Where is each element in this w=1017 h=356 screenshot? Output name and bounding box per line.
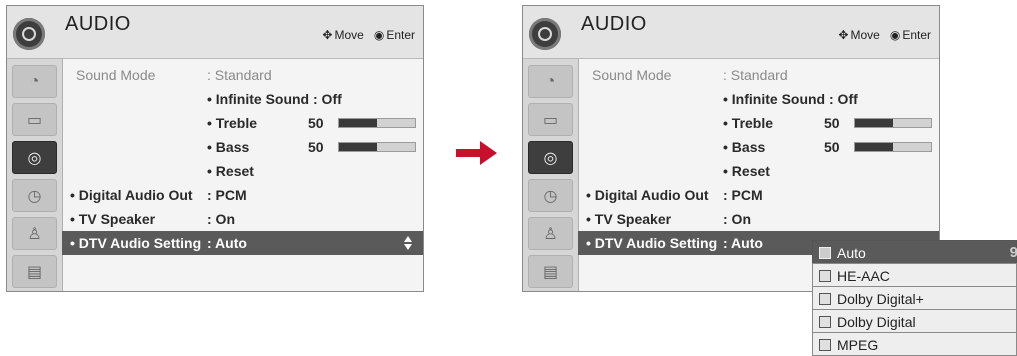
dtv-audio-dropdown: Auto HE-AAC Dolby Digital+ Dolby Digital… bbox=[812, 240, 1017, 356]
row-label: • Digital Audio Out bbox=[70, 187, 193, 203]
nav-hint: ✥ Move ◉ Enter bbox=[838, 28, 931, 42]
row-value: : On bbox=[723, 211, 751, 227]
sidebar-option-icon[interactable]: ▤ bbox=[528, 255, 573, 288]
menu-title: AUDIO bbox=[581, 13, 647, 35]
treble-value: 50 bbox=[824, 115, 840, 131]
row-label: • Reset bbox=[723, 163, 770, 179]
row-label: • Treble bbox=[207, 115, 258, 131]
option-label: Auto bbox=[837, 245, 866, 261]
bass-row[interactable]: • Bass 50 bbox=[62, 135, 423, 159]
tv-speaker-row[interactable]: • TV Speaker : On bbox=[578, 207, 939, 231]
sidebar-screen-icon[interactable]: ▭ bbox=[528, 103, 573, 136]
row-value: : On bbox=[207, 211, 235, 227]
sidebar-clock-icon[interactable]: ◷ bbox=[12, 179, 57, 212]
treble-slider[interactable] bbox=[854, 118, 932, 128]
checkbox-icon bbox=[819, 270, 831, 282]
option-label: HE-AAC bbox=[837, 268, 890, 284]
audio-icon bbox=[529, 18, 561, 50]
move-cross-icon: ✥ bbox=[838, 28, 849, 42]
dropdown-option-auto[interactable]: Auto bbox=[812, 240, 1017, 264]
row-label: • Treble bbox=[723, 115, 774, 131]
option-label: MPEG bbox=[837, 337, 879, 353]
row-value: : Standard bbox=[723, 67, 788, 83]
row-value: : PCM bbox=[723, 187, 763, 203]
bass-slider[interactable] bbox=[338, 142, 416, 152]
infinite-sound-row[interactable]: • Infinite Sound : Off bbox=[62, 87, 423, 111]
sidebar-audio-icon[interactable]: ◎ bbox=[12, 141, 57, 174]
sidebar-option-icon[interactable]: ▤ bbox=[12, 255, 57, 288]
bass-row[interactable]: • Bass 50 bbox=[578, 135, 939, 159]
row-label: • TV Speaker bbox=[70, 211, 156, 227]
row-label: • TV Speaker bbox=[586, 211, 672, 227]
bass-value: 50 bbox=[824, 139, 840, 155]
move-hint-label: Move bbox=[850, 28, 880, 42]
audio-icon bbox=[13, 18, 45, 50]
digital-audio-out-row[interactable]: • Digital Audio Out : PCM bbox=[62, 183, 423, 207]
enter-hint-label: Enter bbox=[386, 28, 415, 42]
digital-audio-out-row[interactable]: • Digital Audio Out : PCM bbox=[578, 183, 939, 207]
dropdown-option-mpeg[interactable]: MPEG bbox=[812, 332, 1017, 356]
bass-value: 50 bbox=[308, 139, 324, 155]
tv-speaker-row[interactable]: • TV Speaker : On bbox=[62, 207, 423, 231]
menu-sidebar: ◔ ▭ ◎ ◷ ♙ ▤ bbox=[523, 59, 579, 291]
row-value: : PCM bbox=[207, 187, 247, 203]
menu-sidebar: ◔ ▭ ◎ ◷ ♙ ▤ bbox=[7, 59, 63, 291]
enter-hint-label: Enter bbox=[902, 28, 931, 42]
row-label: • Reset bbox=[207, 163, 254, 179]
menu-title: AUDIO bbox=[65, 13, 131, 35]
reset-row[interactable]: • Reset bbox=[62, 159, 423, 183]
move-hint-label: Move bbox=[334, 28, 364, 42]
row-label: • Bass bbox=[723, 139, 766, 155]
up-down-arrow-icon[interactable] bbox=[404, 235, 413, 251]
move-cross-icon: ✥ bbox=[322, 28, 333, 42]
bass-slider[interactable] bbox=[854, 142, 932, 152]
dtv-audio-setting-row[interactable]: • DTV Audio Setting : Auto bbox=[62, 231, 423, 255]
reset-row[interactable]: • Reset bbox=[578, 159, 939, 183]
row-label: • DTV Audio Setting bbox=[586, 235, 718, 251]
menu-header: AUDIO ✥ Move ◉ Enter bbox=[523, 6, 939, 59]
menu-content: Sound Mode : Standard • Infinite Sound :… bbox=[62, 59, 423, 291]
dropdown-option-dolby-digital-plus[interactable]: Dolby Digital+ bbox=[812, 286, 1017, 310]
row-value: • Infinite Sound : Off bbox=[207, 91, 342, 107]
sidebar-lock-icon[interactable]: ♙ bbox=[12, 217, 57, 250]
row-label: • Bass bbox=[207, 139, 250, 155]
sound-mode-row[interactable]: Sound Mode : Standard bbox=[62, 63, 423, 87]
audio-menu-before: AUDIO ✥ Move ◉ Enter ◔ ▭ ◎ ◷ ♙ ▤ Sound Mode… bbox=[6, 5, 424, 292]
option-label: Dolby Digital+ bbox=[837, 291, 924, 307]
dropdown-option-dolby-digital[interactable]: Dolby Digital bbox=[812, 309, 1017, 333]
row-value: : Auto bbox=[207, 235, 247, 251]
treble-row[interactable]: • Treble 50 bbox=[578, 111, 939, 135]
sidebar-screen-icon[interactable]: ▭ bbox=[12, 103, 57, 136]
sidebar-audio-icon[interactable]: ◎ bbox=[528, 141, 573, 174]
checkbox-icon bbox=[819, 316, 831, 328]
infinite-sound-row[interactable]: • Infinite Sound : Off bbox=[578, 87, 939, 111]
nav-hint: ✥ Move ◉ Enter bbox=[322, 28, 415, 42]
checkbox-icon bbox=[819, 247, 831, 259]
dropdown-option-he-aac[interactable]: HE-AAC bbox=[812, 263, 1017, 287]
row-label: Sound Mode bbox=[592, 67, 672, 83]
sidebar-clock-icon[interactable]: ◷ bbox=[528, 179, 573, 212]
row-label: • Digital Audio Out bbox=[586, 187, 709, 203]
treble-slider[interactable] bbox=[338, 118, 416, 128]
row-label: Sound Mode bbox=[76, 67, 156, 83]
row-value: : Auto bbox=[723, 235, 763, 251]
option-label: Dolby Digital bbox=[837, 314, 916, 330]
sidebar-picture-icon[interactable]: ◔ bbox=[12, 65, 57, 98]
sidebar-picture-icon[interactable]: ◔ bbox=[528, 65, 573, 98]
enter-dot-icon: ◉ bbox=[373, 28, 385, 42]
sidebar-lock-icon[interactable]: ♙ bbox=[528, 217, 573, 250]
treble-row[interactable]: • Treble 50 bbox=[62, 111, 423, 135]
transition-arrow-icon bbox=[456, 141, 497, 165]
enter-dot-icon: ◉ bbox=[889, 28, 901, 42]
sound-mode-row[interactable]: Sound Mode : Standard bbox=[578, 63, 939, 87]
treble-value: 50 bbox=[308, 115, 324, 131]
checkbox-icon bbox=[819, 293, 831, 305]
row-value: : Standard bbox=[207, 67, 272, 83]
row-label: • DTV Audio Setting bbox=[70, 235, 202, 251]
row-value: • Infinite Sound : Off bbox=[723, 91, 858, 107]
menu-header: AUDIO ✥ Move ◉ Enter bbox=[7, 6, 423, 59]
